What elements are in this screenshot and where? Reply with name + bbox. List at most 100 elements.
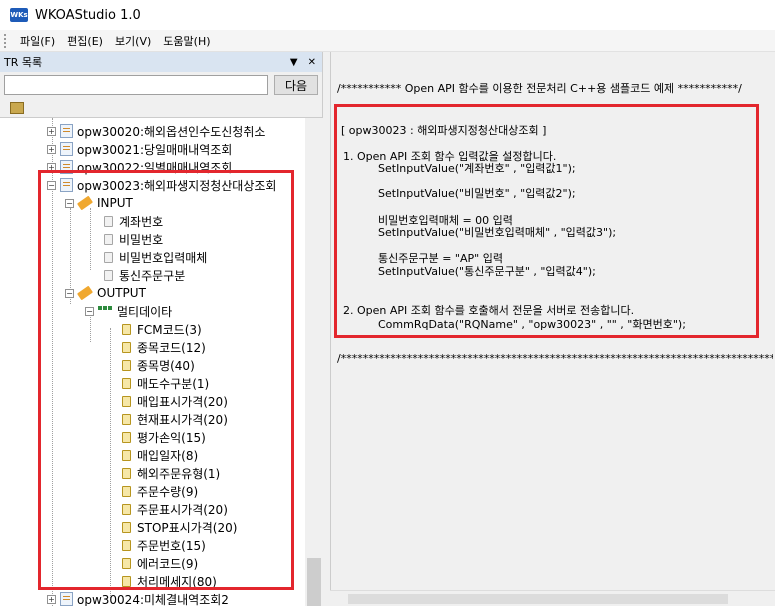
output-field-item[interactable]: 매입일자(8) <box>122 446 198 464</box>
input-field-item[interactable]: 계좌번호 <box>104 212 163 230</box>
field-icon <box>122 377 131 389</box>
menu-grip-icon <box>4 33 8 48</box>
tr-document-icon <box>60 178 73 192</box>
tree-node-output[interactable]: − OUTPUT <box>65 284 146 302</box>
folder-tool-icon[interactable] <box>10 101 24 114</box>
tr-tree: + opw30020:해외옵션인수도신청취소 + opw30021:당일매매내역… <box>0 118 305 606</box>
collapse-icon[interactable]: − <box>65 288 74 298</box>
expand-icon[interactable]: + <box>47 594 56 604</box>
title-bar: WKs WKOAStudio 1.0 <box>0 0 775 30</box>
expand-icon[interactable]: + <box>47 162 56 172</box>
tree-item-opw30020[interactable]: + opw30020:해외옵션인수도신청취소 <box>47 122 265 140</box>
field-icon <box>122 395 131 407</box>
output-field-item[interactable]: 처리메세지(80) <box>122 572 217 590</box>
output-field-item[interactable]: 주문수량(9) <box>122 482 198 500</box>
code-call: CommRqData("RQName" , "opw30023" , "" , … <box>378 318 686 331</box>
tr-document-icon <box>60 124 73 138</box>
output-field-item[interactable]: 평가손익(15) <box>122 428 206 446</box>
tr-list-panel: TR 목록 ▼ ✕ 다음 + opw30020:해외옵션인수도신청취소 + op… <box>0 52 323 606</box>
input-field-item[interactable]: 비밀번호 <box>104 230 163 248</box>
output-field-item[interactable]: 매도수구분(1) <box>122 374 209 392</box>
field-label: 비밀번호입력매체 <box>119 250 208 265</box>
output-field-item[interactable]: 에러코드(9) <box>122 554 198 572</box>
field-icon <box>122 413 131 425</box>
tree-item-label: opw30023:해외파생지정청산대상조회 <box>77 178 277 193</box>
code-header: /*********** Open API 함수를 이용한 전문처리 C++용 … <box>337 82 742 95</box>
menu-help[interactable]: 도움말(H) <box>157 33 216 49</box>
expand-icon[interactable]: + <box>47 144 56 154</box>
panel-splitter[interactable] <box>323 52 330 606</box>
menu-file[interactable]: 파일(F) <box>14 33 61 49</box>
code-line3: SetInputValue("비밀번호입력매체" , "입력값3"); <box>378 226 617 239</box>
tree-guide-line <box>110 328 111 598</box>
output-field-item[interactable]: 매입표시가격(20) <box>122 392 228 410</box>
field-label: 종목명(40) <box>137 358 195 373</box>
tree-item-opw30022[interactable]: + opw30022:일별매매내역조회 <box>47 158 232 176</box>
output-field-item[interactable]: 종목코드(12) <box>122 338 206 356</box>
code-line1: SetInputValue("계좌번호" , "입력값1"); <box>378 162 576 175</box>
close-icon[interactable]: ✕ <box>308 57 316 68</box>
next-button[interactable]: 다음 <box>274 75 318 95</box>
output-field-item[interactable]: 종목명(40) <box>122 356 195 374</box>
tree-item-opw30024[interactable]: + opw30024:미체결내역조회2 <box>47 590 229 606</box>
tr-document-icon <box>60 160 73 174</box>
scroll-thumb[interactable] <box>307 558 321 606</box>
field-label: 매입일자(8) <box>137 448 199 463</box>
output-field-item[interactable]: 해외주문유형(1) <box>122 464 220 482</box>
field-icon <box>122 485 131 497</box>
h-scroll-thumb[interactable] <box>348 594 728 604</box>
field-icon <box>122 575 131 587</box>
output-field-item[interactable]: FCM코드(3) <box>122 320 202 338</box>
field-icon <box>122 323 131 335</box>
input-field-item[interactable]: 통신주문구분 <box>104 266 185 284</box>
tr-document-icon <box>60 592 73 606</box>
search-input[interactable] <box>4 75 269 95</box>
tree-node-label: INPUT <box>97 196 133 210</box>
panel-title: TR 목록 <box>4 56 43 69</box>
tree-guide-line <box>90 208 91 270</box>
input-field-item[interactable]: 비밀번호입력매체 <box>104 248 207 266</box>
field-label: 처리메세지(80) <box>137 574 217 589</box>
tr-document-icon <box>60 142 73 156</box>
pin-dropdown-icon[interactable]: ▼ <box>290 57 298 68</box>
code-title: [ opw30023 : 해외파생지정청산대상조회 ] <box>341 124 547 137</box>
tree-node-label: 멀티데이타 <box>117 304 173 319</box>
panel-header: TR 목록 ▼ ✕ <box>0 52 322 72</box>
menu-edit[interactable]: 편집(E) <box>61 33 109 49</box>
tree-item-opw30023[interactable]: − opw30023:해외파생지정청산대상조회 <box>47 176 276 194</box>
tree-scrollbar[interactable] <box>305 118 323 606</box>
expand-icon[interactable]: + <box>47 126 56 136</box>
menu-view[interactable]: 보기(V) <box>109 33 157 49</box>
field-icon <box>104 251 113 263</box>
field-icon <box>122 449 131 461</box>
tree-item-label: opw30021:당일매매내역조회 <box>77 142 233 157</box>
field-icon <box>104 215 113 227</box>
field-label: 에러코드(9) <box>137 556 199 571</box>
tree-item-label: opw30022:일별매매내역조회 <box>77 160 233 175</box>
collapse-icon[interactable]: − <box>47 180 56 190</box>
output-field-item[interactable]: 주문번호(15) <box>122 536 206 554</box>
tree-node-input[interactable]: − INPUT <box>65 194 133 212</box>
code-h-scrollbar[interactable] <box>330 590 775 606</box>
menu-bar: 파일(F) 편집(E) 보기(V) 도움말(H) <box>0 30 775 52</box>
search-row: 다음 <box>0 72 322 98</box>
collapse-icon[interactable]: − <box>85 306 94 316</box>
field-icon <box>122 521 131 533</box>
code-line4: SetInputValue("통신주문구분" , "입력값4"); <box>378 265 596 278</box>
field-icon <box>122 341 131 353</box>
code-footer: /***************************************… <box>337 352 773 365</box>
field-icon <box>122 539 131 551</box>
collapse-icon[interactable]: − <box>65 198 74 208</box>
tree-item-label: opw30024:미체결내역조회2 <box>77 592 229 606</box>
tree-node-label: OUTPUT <box>97 286 146 300</box>
field-label: 주문번호(15) <box>137 538 206 553</box>
field-label: 비밀번호 <box>119 232 164 247</box>
tree-node-multidata[interactable]: − 멀티데이타 <box>85 302 172 320</box>
tree-toolbar <box>0 98 322 118</box>
output-field-item[interactable]: 현재표시가격(20) <box>122 410 228 428</box>
output-field-item[interactable]: 주문표시가격(20) <box>122 500 228 518</box>
field-label: 평가손익(15) <box>137 430 206 445</box>
code-line2: SetInputValue("비밀번호" , "입력값2"); <box>378 187 576 200</box>
tree-item-opw30021[interactable]: + opw30021:당일매매내역조회 <box>47 140 232 158</box>
output-field-item[interactable]: STOP표시가격(20) <box>122 518 237 536</box>
